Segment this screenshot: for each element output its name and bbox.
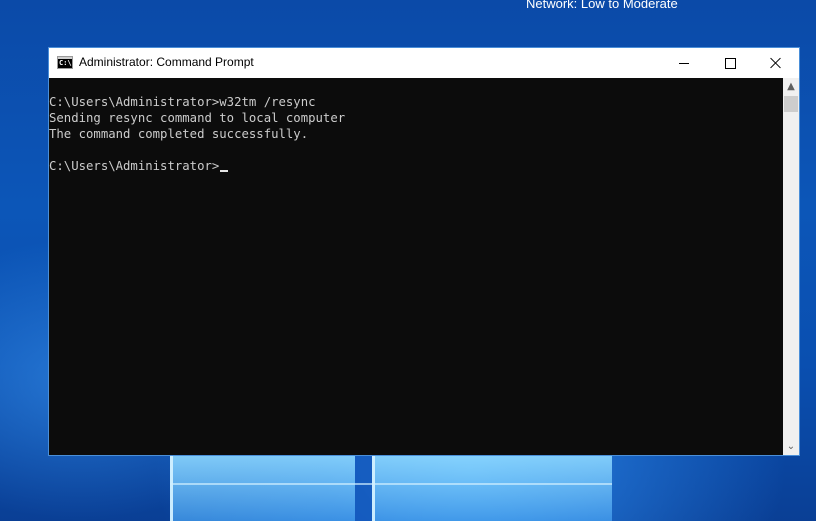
windows-logo-edge bbox=[170, 455, 173, 521]
windows-logo-gap bbox=[355, 455, 372, 521]
text-cursor bbox=[220, 170, 229, 172]
window-title: Administrator: Command Prompt bbox=[79, 55, 254, 69]
close-icon bbox=[770, 57, 782, 69]
scroll-up-button[interactable]: ▲ bbox=[783, 78, 799, 95]
cmd-icon-label: C:\ bbox=[59, 59, 72, 67]
maximize-icon bbox=[724, 57, 736, 69]
chevron-down-icon: ⌄ bbox=[786, 441, 796, 452]
title-bar[interactable]: C:\ Administrator: Command Prompt bbox=[49, 48, 799, 78]
chevron-up-icon: ▲ bbox=[787, 81, 795, 92]
console-line: C:\Users\Administrator>w32tm /resync bbox=[49, 95, 316, 109]
maximize-button[interactable] bbox=[707, 48, 753, 78]
scroll-down-button[interactable]: ⌄ bbox=[783, 438, 799, 455]
network-notification: Network: Low to Moderate bbox=[526, 0, 678, 11]
vertical-scrollbar[interactable]: ▲ ⌄ bbox=[783, 78, 799, 455]
minimize-button[interactable] bbox=[661, 48, 707, 78]
cmd-icon[interactable]: C:\ bbox=[57, 56, 73, 69]
console-line: Sending resync command to local computer bbox=[49, 111, 346, 125]
scroll-thumb[interactable] bbox=[784, 96, 798, 112]
console-line: The command completed successfully. bbox=[49, 127, 309, 141]
console-prompt: C:\Users\Administrator> bbox=[49, 159, 220, 173]
command-prompt-window[interactable]: C:\ Administrator: Command Prompt C:\Use… bbox=[48, 47, 800, 456]
windows-logo-divider bbox=[170, 483, 612, 485]
minimize-icon bbox=[679, 62, 689, 64]
console-prompt-line[interactable]: C:\Users\Administrator> bbox=[49, 158, 229, 174]
windows-logo-edge bbox=[372, 455, 375, 521]
windows-logo-pane-left bbox=[170, 455, 355, 521]
close-button[interactable] bbox=[753, 48, 799, 78]
windows-logo-pane-right bbox=[372, 455, 612, 521]
console-output[interactable]: C:\Users\Administrator>w32tm /resync Sen… bbox=[49, 78, 783, 455]
